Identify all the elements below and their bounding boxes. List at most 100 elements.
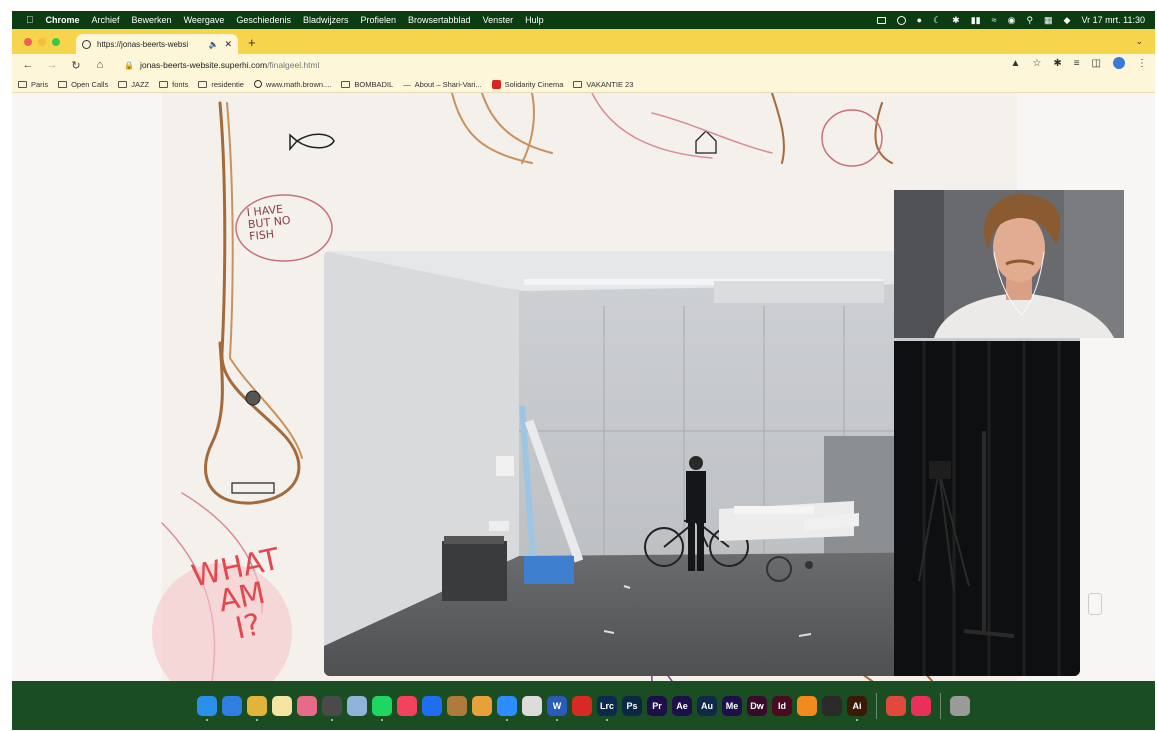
menu-item-weergave[interactable]: Weergave	[184, 15, 225, 25]
dock-word-icon[interactable]: W	[547, 695, 567, 721]
share-icon[interactable]: ▲	[1010, 58, 1020, 69]
dock-creative-cloud-icon[interactable]	[911, 695, 931, 716]
speaker-icon[interactable]: 🔈	[208, 40, 218, 49]
dock-photoshop-icon[interactable]: Ps	[622, 695, 642, 716]
bookmark-label: Solidarity Cinema	[504, 79, 564, 89]
bookmark-math-brown[interactable]: www.math.brown....	[253, 80, 331, 89]
dock-openai-icon[interactable]	[822, 695, 842, 716]
screen-mirror-icon[interactable]	[876, 16, 886, 24]
bookmark-label: JAZZ	[131, 79, 150, 89]
dock-photos-icon[interactable]	[297, 695, 317, 716]
dock-logic-icon[interactable]	[472, 695, 492, 716]
dock-after-effects-icon[interactable]: Ae	[672, 695, 692, 716]
menu-app-name[interactable]: Chrome	[46, 15, 80, 25]
folder-icon	[341, 80, 351, 88]
dock-dreamweaver-icon[interactable]: Dw	[747, 695, 767, 716]
dock-preview-icon[interactable]	[347, 695, 367, 716]
dock-media-encoder-icon[interactable]: Me	[722, 695, 742, 716]
home-icon[interactable]: ⌂	[92, 59, 108, 71]
bookmark-shari-vari[interactable]: — About – Shari-Vari...	[403, 80, 481, 89]
profile-avatar[interactable]	[1113, 57, 1125, 69]
dock-illustrator-icon[interactable]: Ai	[847, 695, 867, 721]
mic-icon[interactable]: ●	[917, 15, 922, 25]
extensions-icon[interactable]: ✱	[1053, 58, 1061, 69]
menu-item-profielen[interactable]: Profielen	[360, 15, 396, 25]
dock-blender-icon[interactable]	[797, 695, 817, 716]
dock-quicktime-icon[interactable]	[322, 695, 342, 721]
bookmark-residentie[interactable]: residentie	[198, 80, 244, 89]
bookmark-solidarity-cinema[interactable]: Solidarity Cinema	[491, 79, 564, 89]
bookmark-label: BOMBADIL	[354, 79, 394, 89]
dock-premiere-icon[interactable]: Pr	[647, 695, 667, 716]
pdf-icon	[491, 79, 501, 89]
bookmark-vakantie-23[interactable]: VAKANTIE 23	[573, 80, 633, 89]
dock-finder-icon[interactable]	[197, 695, 217, 721]
dock-blank-app-icon[interactable]	[522, 695, 542, 716]
wifi-icon[interactable]: ≈	[992, 15, 997, 25]
webcam-frame	[894, 190, 1124, 338]
dock-trash-icon[interactable]	[950, 695, 970, 716]
webcam-preview[interactable]	[894, 190, 1124, 338]
forward-icon[interactable]: →	[44, 59, 60, 71]
user-icon[interactable]: ◉	[1008, 15, 1016, 26]
menu-item-hulp[interactable]: Hulp	[525, 15, 544, 25]
web-page: I HAVE BUT NO FISH WHAT AM I?	[12, 93, 1155, 681]
running-indicator	[381, 718, 383, 721]
bookmark-fonts[interactable]: fonts	[159, 80, 188, 89]
tab-active[interactable]: https://jonas-beerts-websi 🔈 ✕	[76, 34, 238, 54]
more-menu-icon[interactable]: ⋮	[1137, 58, 1147, 69]
tab-title: https://jonas-beerts-websi	[97, 39, 189, 49]
dock-safari-icon[interactable]	[222, 695, 242, 716]
close-tab-icon[interactable]: ✕	[224, 39, 232, 50]
bookmark-paris[interactable]: Paris	[18, 80, 48, 89]
moon-icon[interactable]: ☾	[933, 15, 941, 26]
address-bar[interactable]: 🔒 jonas-beerts-website.superhi.com/final…	[118, 57, 1008, 73]
menu-item-geschiedenis[interactable]: Geschiedenis	[236, 15, 291, 25]
side-panel-icon[interactable]: ◫	[1092, 58, 1101, 69]
clock[interactable]: Vr 17 mrt. 11:30	[1081, 15, 1145, 25]
dock-separator	[940, 692, 941, 719]
menu-item-bladwijzers[interactable]: Bladwijzers	[303, 15, 349, 25]
control-center-icon[interactable]: ▦	[1044, 15, 1053, 26]
menu-item-bewerken[interactable]: Bewerken	[132, 15, 172, 25]
bookmark-star-icon[interactable]: ☆	[1032, 58, 1041, 69]
reading-list-icon[interactable]: ≡	[1074, 58, 1080, 69]
menu-item-archief[interactable]: Archief	[92, 15, 120, 25]
bookmark-bombadil[interactable]: BOMBADIL	[341, 80, 393, 89]
tab-search-chevron-icon[interactable]: ⌄	[1135, 36, 1143, 47]
new-tab-button[interactable]: +	[248, 35, 256, 50]
dock-notes-icon[interactable]	[272, 695, 292, 716]
scroll-indicator[interactable]	[1088, 593, 1102, 615]
dock-fantastical-icon[interactable]	[886, 695, 906, 716]
lock-icon[interactable]: 🔒	[124, 61, 134, 70]
dock-spotify-icon[interactable]	[372, 695, 392, 721]
close-window-button[interactable]	[24, 38, 32, 46]
dock-shazam-icon[interactable]	[422, 695, 442, 716]
reload-icon[interactable]: ↻	[68, 59, 84, 72]
spotlight-icon[interactable]: ⚲	[1026, 15, 1033, 26]
dock-garageband-icon[interactable]	[447, 695, 467, 716]
minimize-window-button[interactable]	[38, 38, 46, 46]
menu-item-browsertabblad[interactable]: Browsertabblad	[408, 15, 471, 25]
bookmark-jazz[interactable]: JAZZ	[118, 80, 149, 89]
dock-chrome-icon[interactable]	[247, 695, 267, 721]
siri-icon[interactable]: ◆	[1064, 15, 1071, 26]
running-indicator	[206, 718, 208, 721]
back-icon[interactable]: ←	[20, 59, 36, 71]
bookmark-label: residentie	[211, 79, 244, 89]
dock-zoom-icon[interactable]	[497, 695, 517, 721]
dock-music-icon[interactable]	[397, 695, 417, 716]
dock-indesign-icon[interactable]: Id	[772, 695, 792, 716]
battery-icon[interactable]: ▮▮	[971, 15, 981, 26]
bookmark-open-calls[interactable]: Open Calls	[58, 80, 108, 89]
dock-acrobat-icon[interactable]	[572, 695, 592, 716]
menu-item-venster[interactable]: Venster	[483, 15, 514, 25]
zoom-window-button[interactable]	[52, 38, 60, 46]
record-icon[interactable]	[896, 15, 906, 25]
bluetooth-icon[interactable]: ✱	[952, 15, 960, 26]
dock-audition-icon[interactable]: Au	[697, 695, 717, 716]
apple-icon[interactable]: 	[26, 15, 34, 26]
bookmark-label: fonts	[172, 79, 189, 89]
dock-lightroom-icon[interactable]: Lrc	[597, 695, 617, 721]
folder-icon	[58, 80, 68, 88]
